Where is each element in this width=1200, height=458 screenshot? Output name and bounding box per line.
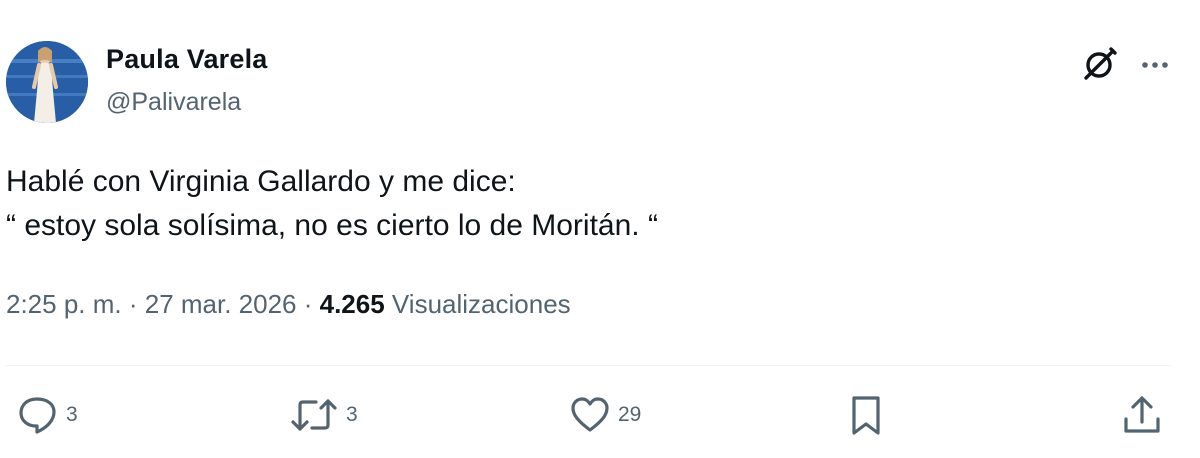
- avatar[interactable]: [6, 41, 88, 123]
- retweet-button[interactable]: 3: [288, 393, 358, 437]
- retweet-icon: [288, 393, 340, 437]
- author-name[interactable]: Paula Varela: [106, 44, 268, 75]
- meta-separator-2: ·: [296, 289, 320, 319]
- reply-button[interactable]: 3: [16, 393, 78, 437]
- bookmark-icon: [846, 393, 886, 437]
- avatar-image: [6, 41, 88, 123]
- tweet-time[interactable]: 2:25 p. m.: [6, 289, 122, 319]
- meta-separator-1: ·: [121, 289, 145, 319]
- author-handle[interactable]: @Palivarela: [106, 88, 241, 117]
- like-button[interactable]: 29: [568, 393, 641, 437]
- like-count: 29: [618, 403, 642, 426]
- tweet-date[interactable]: 27 mar. 2026: [145, 289, 297, 319]
- tweet-text: Hablé con Virginia Gallardo y me dice: “…: [6, 160, 1166, 248]
- share-button[interactable]: [1120, 393, 1164, 437]
- reply-count: 3: [66, 403, 78, 426]
- bookmark-button[interactable]: [846, 393, 886, 437]
- more-icon[interactable]: [1137, 47, 1173, 83]
- retweet-count: 3: [346, 403, 358, 426]
- like-icon: [568, 393, 612, 437]
- share-icon: [1120, 393, 1164, 437]
- tweet-text-line-2: “ estoy sola solísima, no es cierto lo d…: [6, 209, 658, 242]
- tweet-meta: 2:25 p. m. · 27 mar. 2026 · 4.265 Visual…: [6, 289, 571, 320]
- tweet-text-line-1: Hablé con Virginia Gallardo y me dice:: [6, 165, 516, 198]
- grok-icon[interactable]: [1080, 44, 1120, 84]
- tweet-card: Paula Varela @Palivarela Hablé con Virgi…: [0, 0, 1200, 458]
- reply-icon: [16, 393, 60, 437]
- views-count[interactable]: 4.265: [320, 289, 385, 319]
- divider: [6, 365, 1172, 366]
- views-label[interactable]: Visualizaciones: [385, 289, 571, 319]
